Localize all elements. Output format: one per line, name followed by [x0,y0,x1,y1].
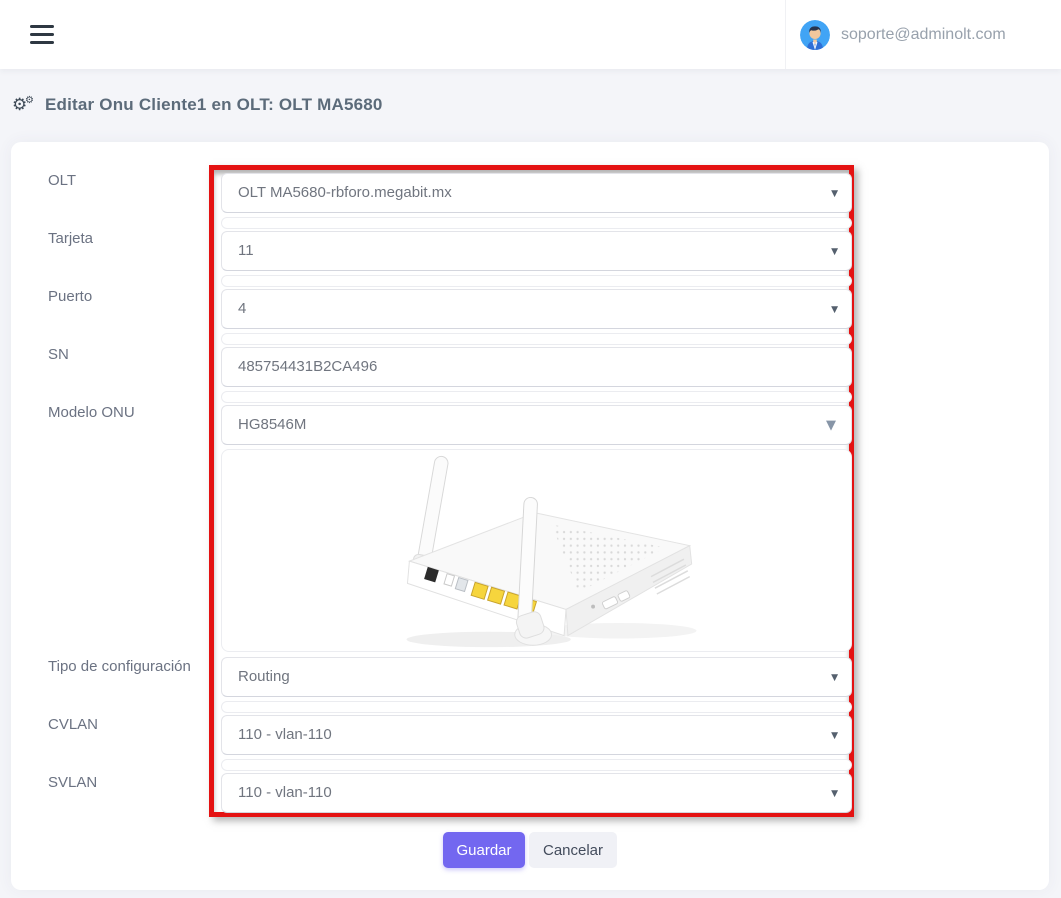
cvlan-label: CVLAN [48,715,98,735]
puerto-select[interactable]: 4 ▼ [221,289,852,329]
svlan-label: SVLAN [48,773,97,793]
tipo-configuracion-select[interactable]: Routing ▼ [221,657,852,697]
cvlan-select-value: 110 - vlan-110 [238,726,332,743]
menu-toggle-icon[interactable] [30,25,54,44]
edit-onu-form-card: OLT Tarjeta Puerto SN Modelo ONU Tipo de… [11,142,1049,890]
cancel-button[interactable]: Cancelar [529,832,617,868]
modelo-onu-label: Modelo ONU [48,403,135,423]
modelo-onu-select[interactable]: HG8546M ▼ [221,405,852,445]
user-email: soporte@adminolt.com [841,26,1006,44]
user-menu[interactable]: soporte@adminolt.com [785,0,1061,69]
page-header: ⚙⚙ Editar Onu Cliente1 en OLT: OLT MA568… [12,92,383,118]
olt-label: OLT [48,171,76,191]
cogs-icon: ⚙⚙ [12,94,38,116]
sn-label: SN [48,345,69,365]
save-button[interactable]: Guardar [443,832,525,868]
chevron-down-icon: ▼ [831,174,838,214]
onu-product-image [367,449,707,652]
spacer-box [221,759,852,771]
spacer-box [221,217,852,229]
sn-input-value: 485754431B2CA496 [238,358,377,375]
tipo-configuracion-select-value: Routing [238,668,290,685]
olt-select-value: OLT MA5680-rbforo.megabit.mx [238,184,452,201]
page-title: Editar Onu Cliente1 en OLT: OLT MA5680 [45,95,383,115]
puerto-label: Puerto [48,287,92,307]
cvlan-select[interactable]: 110 - vlan-110 ▼ [221,715,852,755]
sn-input[interactable]: 485754431B2CA496 [221,347,852,387]
chevron-down-icon: ▼ [831,658,838,698]
puerto-select-value: 4 [238,300,246,317]
olt-select[interactable]: OLT MA5680-rbforo.megabit.mx ▼ [221,173,852,213]
top-navbar: soporte@adminolt.com [0,0,1061,69]
tarjeta-select-value: 11 [238,242,254,259]
spacer-box [221,701,852,713]
chevron-down-icon: ▼ [831,716,838,756]
annotation-highlight-box: OLT MA5680-rbforo.megabit.mx ▼ 11 ▼ 4 ▼ … [209,165,854,817]
tipo-configuracion-label: Tipo de configuración [48,657,191,677]
onu-image-container [221,449,852,652]
spacer-box [221,391,852,403]
spacer-box [221,333,852,345]
chevron-down-icon: ▼ [831,290,838,330]
svlan-select-value: 110 - vlan-110 [238,784,332,801]
user-avatar [800,20,830,50]
chevron-down-icon: ▼ [831,774,838,814]
chevron-down-icon: ▼ [826,406,836,446]
chevron-down-icon: ▼ [831,232,838,272]
spacer-box [221,275,852,287]
tarjeta-select[interactable]: 11 ▼ [221,231,852,271]
tarjeta-label: Tarjeta [48,229,93,249]
modelo-onu-select-value: HG8546M [238,416,306,433]
svlan-select[interactable]: 110 - vlan-110 ▼ [221,773,852,813]
